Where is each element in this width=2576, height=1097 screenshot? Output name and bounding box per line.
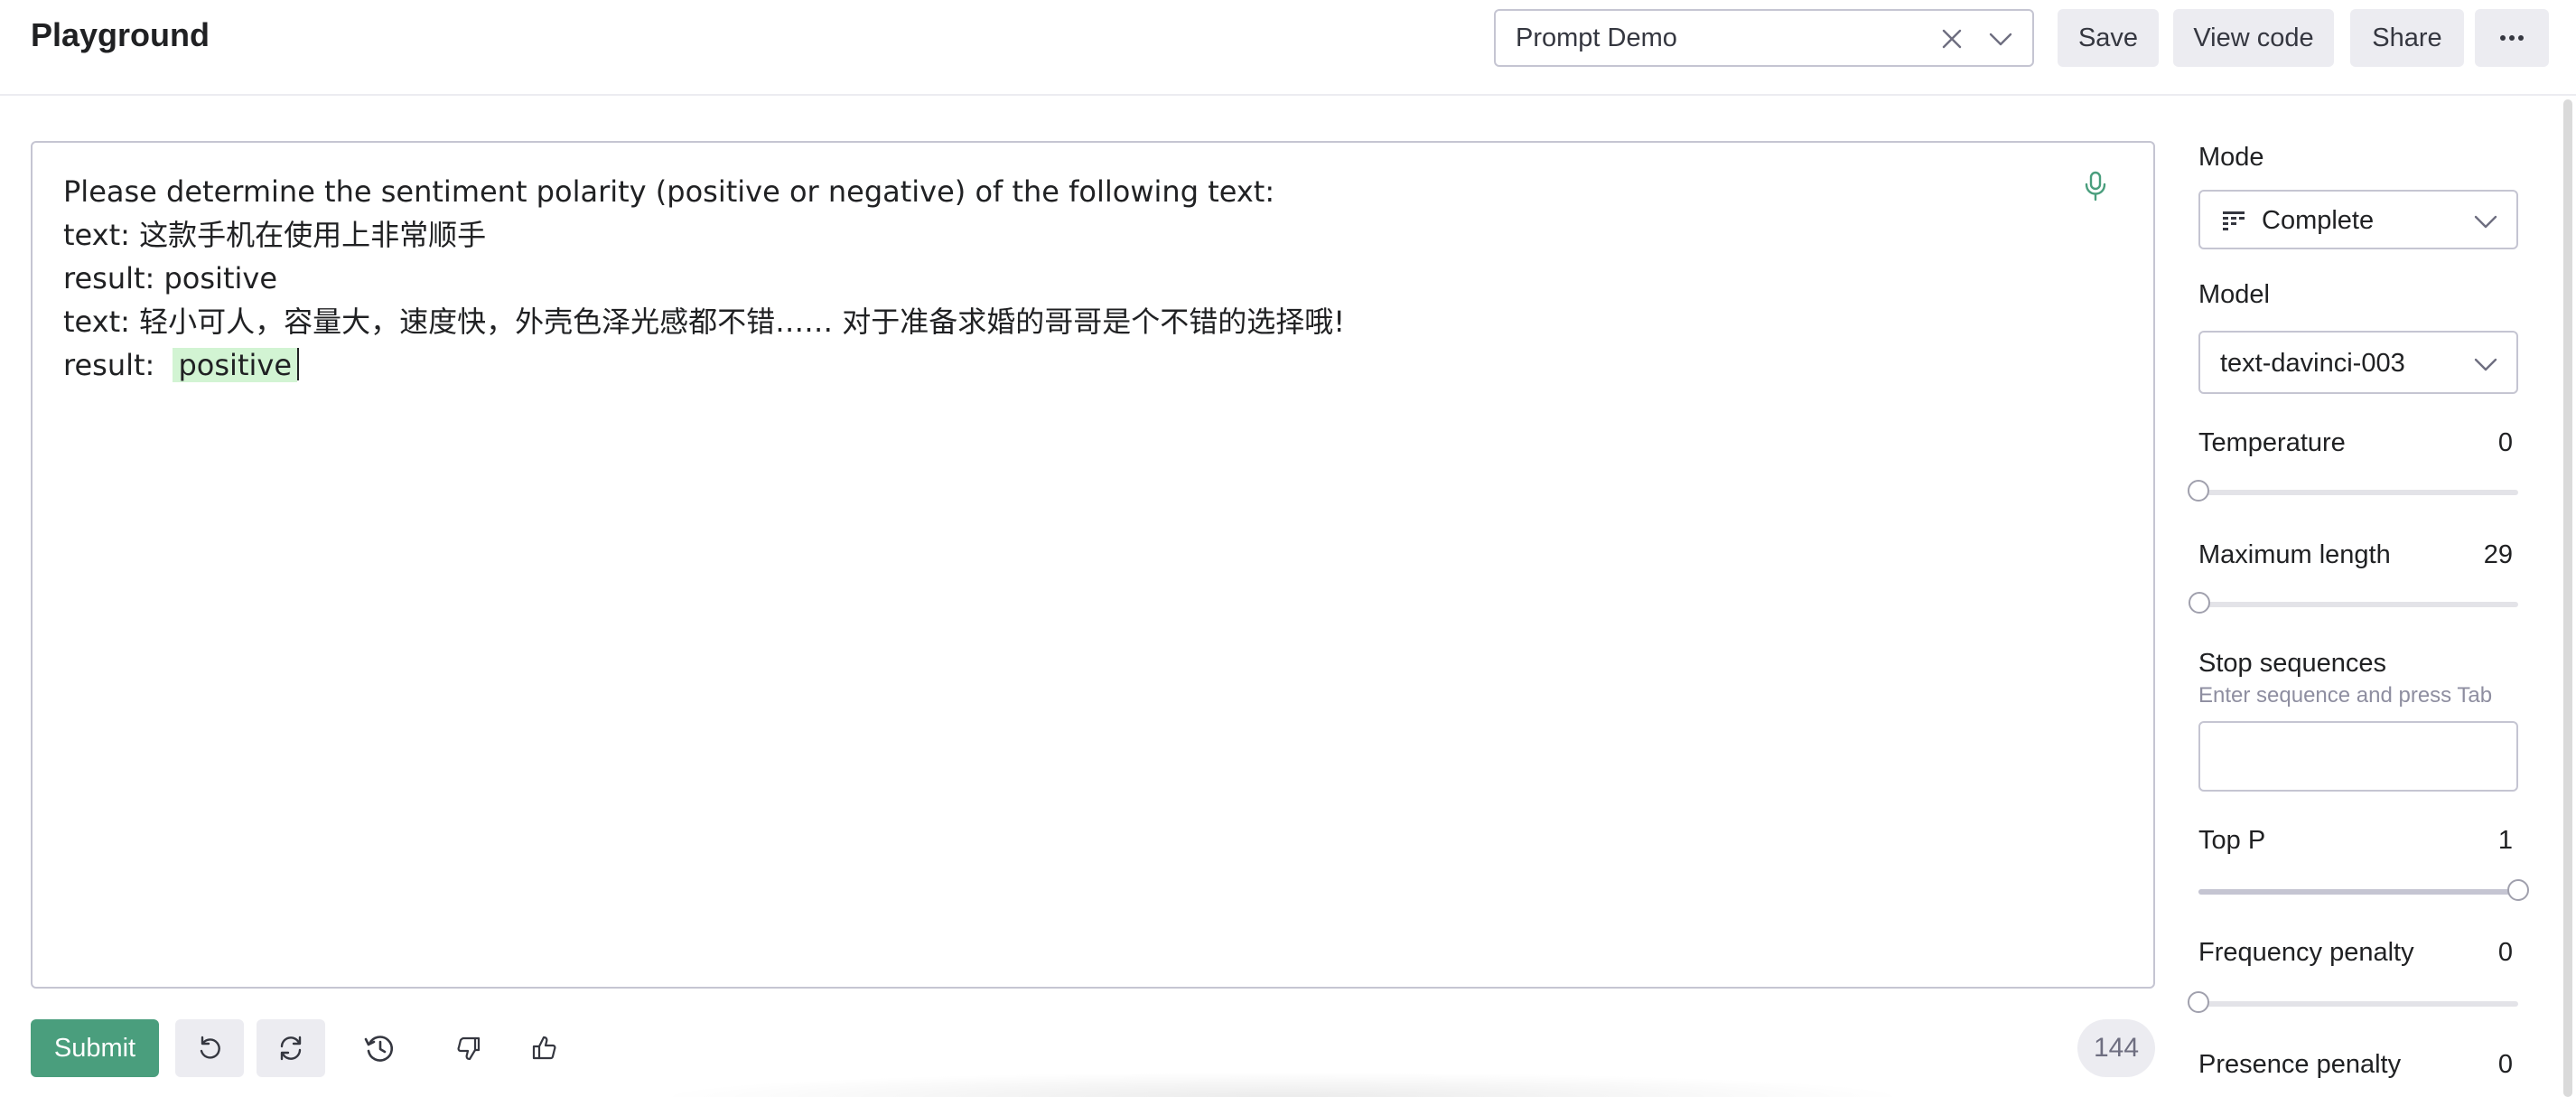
top-p-slider-fill: [2198, 889, 2518, 895]
page-scrollbar[interactable]: [2563, 99, 2572, 1097]
token-count-badge: 144: [2077, 1019, 2155, 1077]
prompt-line: Please determine the sentiment polarity …: [63, 174, 1275, 209]
chevron-down-icon: [2473, 211, 2498, 231]
prompt-text[interactable]: Please determine the sentiment polarity …: [63, 170, 1345, 387]
stop-sequences-hint: Enter sequence and press Tab: [2198, 683, 2493, 708]
stop-sequences-input[interactable]: [2198, 721, 2518, 792]
mode-select[interactable]: Complete: [2198, 190, 2518, 249]
microphone-icon[interactable]: [2083, 170, 2108, 202]
completion-highlight: positive: [173, 348, 297, 382]
chevron-down-icon: [2473, 354, 2498, 374]
thumbs-up-icon: [530, 1035, 557, 1062]
frequency-penalty-slider[interactable]: [2188, 991, 2518, 1013]
regenerate-icon: [276, 1035, 305, 1062]
thumbs-down-button[interactable]: [434, 1019, 502, 1077]
mode-value: Complete: [2262, 206, 2375, 235]
stop-sequences-label: Stop sequences: [2198, 649, 2386, 678]
top-p-slider-thumb[interactable]: [2507, 879, 2529, 901]
bottom-shadow: [650, 1072, 1915, 1097]
temperature-slider-thumb[interactable]: [2188, 480, 2209, 502]
submit-button[interactable]: Submit: [31, 1019, 159, 1077]
max-length-slider[interactable]: [2188, 592, 2518, 614]
text-caret: [297, 348, 299, 380]
undo-icon: [196, 1035, 223, 1062]
undo-button[interactable]: [175, 1019, 244, 1077]
settings-sidebar: Mode Complete Model text-davinci-003 Tem…: [2188, 96, 2529, 1097]
top-p-slider[interactable]: [2198, 879, 2529, 901]
save-button[interactable]: Save: [2058, 9, 2159, 67]
regenerate-button[interactable]: [257, 1019, 325, 1077]
page-title: Playground: [31, 16, 210, 53]
frequency-penalty-slider-thumb[interactable]: [2188, 991, 2209, 1013]
temperature-slider[interactable]: [2188, 480, 2518, 502]
preset-selected-value: Prompt Demo: [1516, 23, 1677, 52]
max-length-value[interactable]: 29: [2484, 540, 2513, 570]
frequency-penalty-value[interactable]: 0: [2498, 938, 2513, 968]
top-p-label: Top P: [2198, 826, 2266, 855]
max-length-label: Maximum length: [2198, 540, 2391, 569]
complete-mode-icon: [2222, 210, 2245, 233]
prompt-line: text: 这款手机在使用上非常顺手: [63, 218, 487, 252]
top-p-value[interactable]: 1: [2498, 826, 2513, 856]
thumbs-down-icon: [454, 1035, 481, 1062]
share-button[interactable]: Share: [2350, 9, 2464, 67]
more-options-button[interactable]: [2475, 9, 2549, 67]
ellipsis-icon: [2498, 33, 2525, 42]
prompt-line: text: 轻小可人，容量大，速度快，外壳色泽光感都不错…… 对于准备求婚的哥哥…: [63, 305, 1346, 339]
max-length-slider-thumb[interactable]: [2188, 592, 2210, 614]
model-value: text-davinci-003: [2220, 349, 2405, 378]
prompt-line-last: result: positive: [63, 343, 1345, 387]
history-icon: [363, 1033, 396, 1064]
view-code-button[interactable]: View code: [2173, 9, 2334, 67]
bottom-toolbar: Submit 144: [31, 1019, 2155, 1077]
preset-select[interactable]: Prompt Demo: [1494, 9, 2034, 67]
presence-penalty-value[interactable]: 0: [2498, 1050, 2513, 1080]
presence-penalty-label: Presence penalty: [2198, 1050, 2402, 1079]
frequency-penalty-label: Frequency penalty: [2198, 938, 2414, 967]
temperature-label: Temperature: [2198, 428, 2346, 457]
history-button[interactable]: [345, 1019, 414, 1077]
close-icon[interactable]: [1938, 25, 1965, 52]
model-label: Model: [2198, 280, 2270, 309]
prompt-line: result:: [63, 348, 164, 382]
header-bar: Playground Prompt Demo Save View code Sh…: [0, 0, 2576, 96]
model-select[interactable]: text-davinci-003: [2198, 331, 2518, 394]
prompt-line: result: positive: [63, 261, 277, 295]
temperature-value[interactable]: 0: [2498, 428, 2513, 458]
thumbs-up-button[interactable]: [509, 1019, 578, 1077]
mode-label: Mode: [2198, 143, 2264, 172]
prompt-editor[interactable]: Please determine the sentiment polarity …: [31, 141, 2155, 989]
chevron-down-icon[interactable]: [1987, 27, 2014, 51]
